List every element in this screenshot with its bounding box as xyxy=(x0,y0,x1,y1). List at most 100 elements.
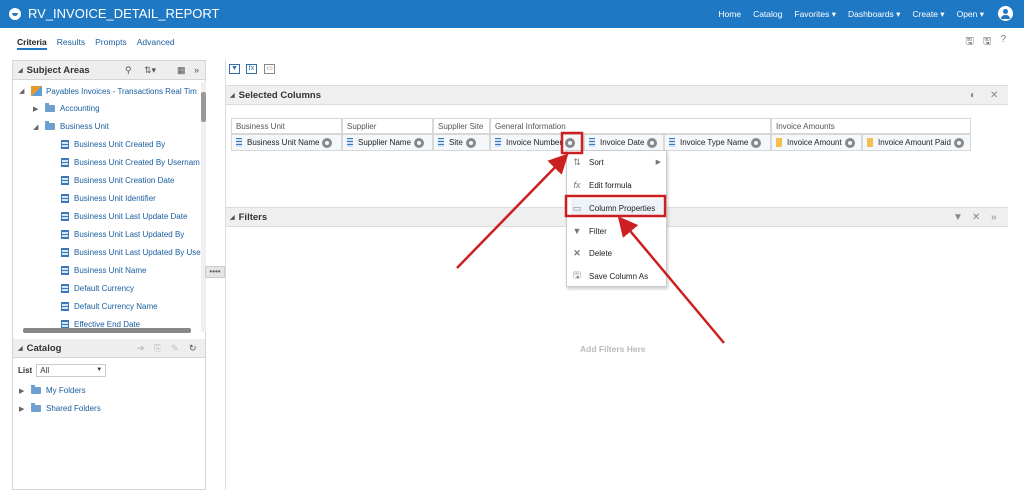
folder-business-unit[interactable]: ◢ Business Unit xyxy=(33,121,109,131)
menu-item-sort[interactable]: ⇅ Sort ▶ xyxy=(571,153,663,171)
user-avatar-icon[interactable] xyxy=(998,6,1013,21)
tree-column[interactable]: Business Unit Creation Date xyxy=(61,176,175,185)
gear-icon[interactable] xyxy=(413,137,424,148)
gear-icon[interactable] xyxy=(465,137,476,148)
global-nav: Home Catalog Favorites ▾ Dashboards ▾ Cr… xyxy=(718,9,984,20)
tree-column[interactable]: Business Unit Last Update Date xyxy=(61,212,187,221)
column-icon xyxy=(61,176,69,185)
measure-icon xyxy=(776,138,782,147)
nav-open[interactable]: Open ▾ xyxy=(957,9,984,20)
expand-icon[interactable]: » xyxy=(991,212,997,223)
properties-tool-icon[interactable]: ▭ xyxy=(264,64,275,74)
folder-icon xyxy=(31,385,41,394)
report-title: RV_INVOICE_DETAIL_REPORT xyxy=(28,6,220,21)
column-invoice-amount-paid[interactable]: Invoice Amount Paid xyxy=(862,134,971,151)
menu-item-column-properties[interactable]: ▭ Column Properties xyxy=(571,199,663,217)
add-filter-icon[interactable]: ▼ xyxy=(953,212,963,223)
expand-arrow-icon[interactable]: ▶ xyxy=(19,387,27,395)
column-site[interactable]: Site xyxy=(433,134,490,151)
clear-columns-icon[interactable]: ✕ xyxy=(990,90,998,101)
catalog-title: Catalog xyxy=(18,343,62,354)
properties-icon: ▭ xyxy=(572,202,582,213)
subject-tree: ◢ Payables Invoices - Transactions Real … xyxy=(13,80,205,330)
column-icon xyxy=(61,266,69,275)
tree-column[interactable]: Default Currency Name xyxy=(61,302,158,311)
tree-column[interactable]: Business Unit Created By Usernam xyxy=(61,158,200,167)
view-icon[interactable]: ▦ xyxy=(177,65,186,76)
filter-icon: ▼ xyxy=(572,226,582,236)
refresh-icon[interactable]: ↻ xyxy=(189,343,197,354)
tab-results[interactable]: Results xyxy=(57,37,85,50)
gear-icon[interactable] xyxy=(565,137,576,148)
collapse-arrow-icon[interactable]: ◢ xyxy=(33,123,41,131)
hide-icon[interactable]: ◐ xyxy=(970,90,976,101)
tree-column[interactable]: Business Unit Identifier xyxy=(61,194,156,203)
nav-home[interactable]: Home xyxy=(718,9,741,20)
menu-item-filter[interactable]: ▼ Filter xyxy=(571,222,663,240)
column-invoice-type-name[interactable]: Invoice Type Name xyxy=(664,134,771,151)
tree-column[interactable]: Business Unit Name xyxy=(61,266,146,275)
selected-columns-header: Selected Columns ◐ ✕ xyxy=(226,85,1008,105)
expand-arrow-icon[interactable]: ▶ xyxy=(33,105,41,113)
add-icon[interactable]: ➔ xyxy=(137,343,145,354)
tree-vertical-scrollbar[interactable] xyxy=(201,82,206,332)
gear-icon[interactable] xyxy=(751,137,762,148)
group-header: Business Unit xyxy=(231,118,342,134)
nav-favorites[interactable]: Favorites ▾ xyxy=(794,9,836,20)
save-icon[interactable]: 🖫 xyxy=(965,34,974,51)
formula-icon: fx xyxy=(573,180,581,190)
menu-item-save-column-as[interactable]: 🖫 Save Column As xyxy=(571,267,663,285)
submenu-arrow-icon: ▶ xyxy=(655,159,661,166)
catalog-shared-folders[interactable]: ▶ Shared Folders xyxy=(19,403,101,413)
gear-icon[interactable] xyxy=(647,137,658,148)
save-as-icon[interactable]: 🖫 xyxy=(983,34,992,51)
tree-column[interactable]: Business Unit Created By xyxy=(61,140,165,149)
gear-icon[interactable] xyxy=(953,137,964,148)
menu-item-edit-formula[interactable]: fx Edit formula xyxy=(571,176,663,194)
scroll-thumb[interactable] xyxy=(201,92,206,122)
column-supplier-name[interactable]: Supplier Name xyxy=(342,134,433,151)
tree-column[interactable]: Default Currency xyxy=(61,284,134,293)
folder-accounting[interactable]: ▶ Accounting xyxy=(33,103,100,113)
top-bar: RV_INVOICE_DETAIL_REPORT Home Catalog Fa… xyxy=(0,0,1024,28)
sort-icon[interactable]: ⇅▾ xyxy=(144,65,156,76)
tab-advanced[interactable]: Advanced xyxy=(137,37,175,50)
collapse-arrow-icon[interactable]: ◢ xyxy=(19,87,27,95)
expand-arrow-icon[interactable]: ▶ xyxy=(19,405,27,413)
tab-criteria[interactable]: Criteria xyxy=(17,37,47,50)
column-invoice-amount[interactable]: Invoice Amount xyxy=(771,134,862,151)
tree-root[interactable]: ◢ Payables Invoices - Transactions Real … xyxy=(19,86,197,96)
gear-icon[interactable] xyxy=(322,137,333,148)
sort-icon: ⇅ xyxy=(573,156,581,167)
oracle-logo-icon[interactable] xyxy=(9,8,21,20)
nav-dashboards[interactable]: Dashboards ▾ xyxy=(848,9,900,20)
list-select[interactable]: All xyxy=(36,364,107,377)
menu-item-delete[interactable]: ✕ Delete xyxy=(571,244,663,262)
formula-tool-icon[interactable]: fx xyxy=(246,64,257,74)
group-header: Supplier Site xyxy=(433,118,490,134)
help-icon[interactable]: ? xyxy=(1000,34,1006,51)
subject-areas-header: Subject Areas ⚲ ⇅▾ ▦ » xyxy=(13,61,205,80)
column-invoice-date[interactable]: Invoice Date xyxy=(584,134,664,151)
pane-splitter[interactable]: •••• xyxy=(205,266,225,278)
tree-column[interactable]: Business Unit Last Updated By xyxy=(61,230,184,239)
copy-icon[interactable]: ⎘ xyxy=(154,343,161,354)
catalog-my-folders[interactable]: ▶ My Folders xyxy=(19,385,86,395)
folder-icon xyxy=(31,403,41,412)
tab-prompts[interactable]: Prompts xyxy=(95,37,127,50)
column-icon xyxy=(669,138,675,147)
column-business-unit-name[interactable]: Business Unit Name xyxy=(231,134,342,151)
expand-icon[interactable]: » xyxy=(194,65,199,75)
edit-icon[interactable]: ✎ xyxy=(171,343,179,354)
tree-horizontal-scrollbar[interactable] xyxy=(23,328,191,333)
filter-tool-icon[interactable]: ▼ xyxy=(229,64,240,74)
gear-icon[interactable] xyxy=(844,137,855,148)
tree-column[interactable]: Business Unit Last Updated By Use xyxy=(61,248,201,257)
search-icon[interactable]: ⚲ xyxy=(125,65,132,76)
group-header: General Information xyxy=(490,118,771,134)
clear-filters-icon[interactable]: ✕ xyxy=(972,212,980,223)
column-icon xyxy=(589,138,595,147)
nav-catalog[interactable]: Catalog xyxy=(753,9,782,20)
column-invoice-number[interactable]: Invoice Number xyxy=(490,134,584,151)
nav-create[interactable]: Create ▾ xyxy=(912,9,944,20)
